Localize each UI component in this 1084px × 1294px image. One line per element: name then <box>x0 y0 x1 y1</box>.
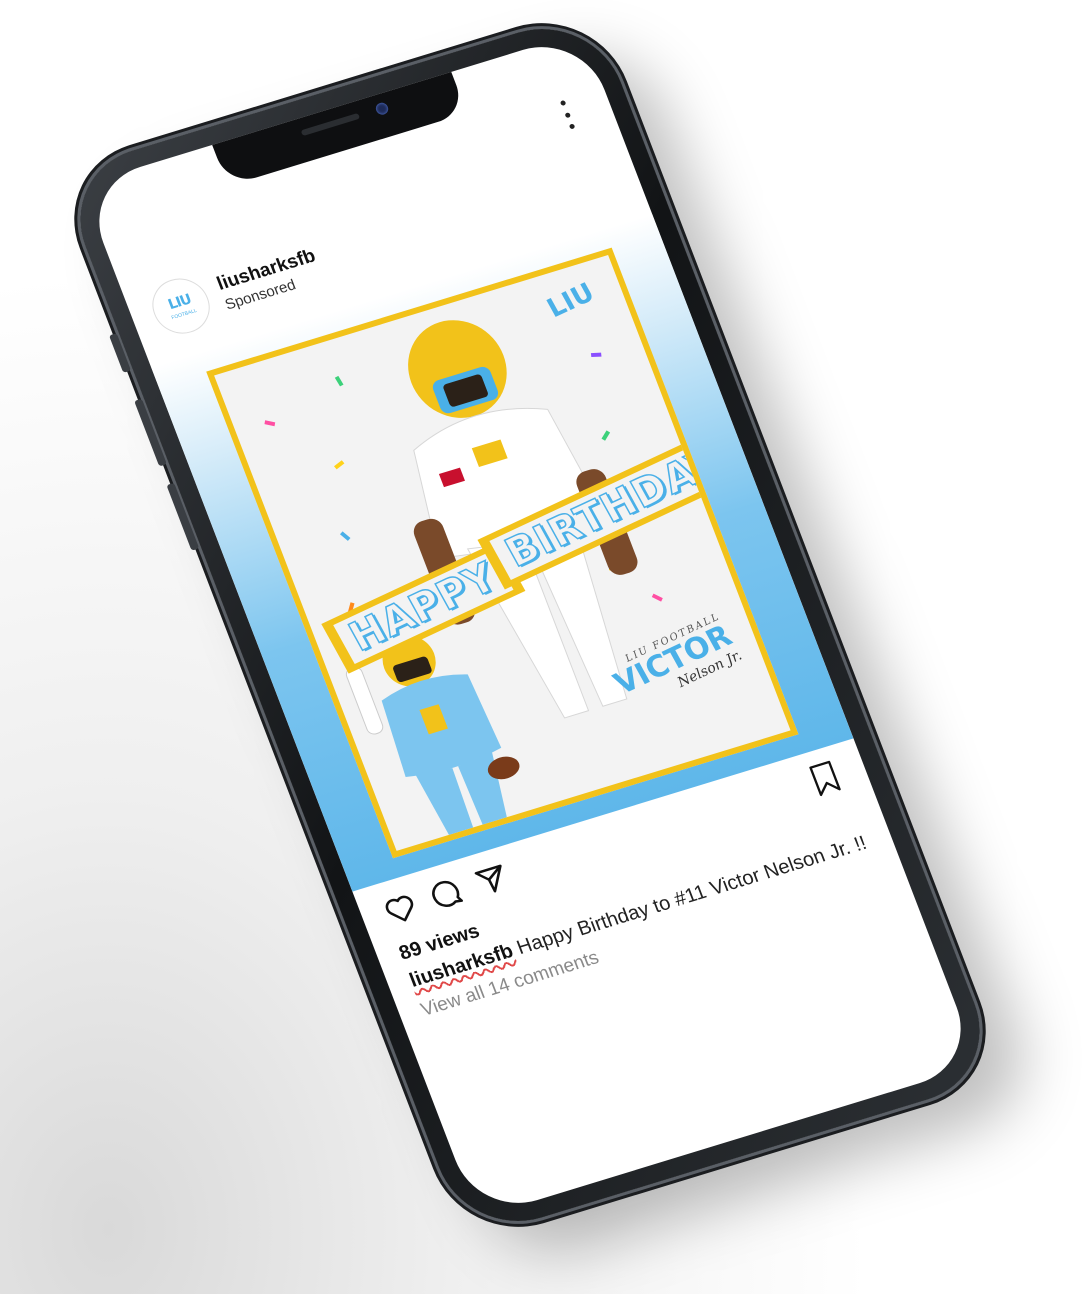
page: LIU FOOTBALL liusharksfb Sponsored LIU H… <box>0 0 1084 1294</box>
phone-side-button-mute <box>108 333 131 373</box>
speaker-grille <box>300 112 361 137</box>
more-dot <box>563 111 571 118</box>
confetti <box>264 420 276 427</box>
birthday-flyer: LIU HAPPY BIRTHDAY LIU FOOTBALL VICTOR N… <box>206 247 799 859</box>
user-block: liusharksfb Sponsored <box>214 245 326 313</box>
bookmark-icon[interactable] <box>805 758 846 799</box>
scene: LIU FOOTBALL liusharksfb Sponsored LIU H… <box>0 0 1084 1294</box>
phone-screen: LIU FOOTBALL liusharksfb Sponsored LIU H… <box>81 31 979 1219</box>
heart-icon[interactable] <box>378 887 423 929</box>
more-dot <box>568 123 575 130</box>
confetti <box>590 352 602 358</box>
more-vertical-icon[interactable] <box>552 98 582 132</box>
phone-side-button-volume-up <box>134 398 167 467</box>
confetti <box>333 460 345 470</box>
phone-side-button-volume-down <box>166 482 200 551</box>
confetti <box>601 430 611 441</box>
send-icon[interactable] <box>470 859 515 901</box>
front-camera <box>374 101 390 117</box>
comment-icon[interactable] <box>424 873 469 915</box>
phone-notch <box>211 69 468 187</box>
avatar[interactable]: LIU FOOTBALL <box>144 271 218 341</box>
more-dot <box>559 100 566 107</box>
confetti <box>339 531 351 541</box>
phone-mockup: LIU FOOTBALL liusharksfb Sponsored LIU H… <box>57 9 1003 1241</box>
